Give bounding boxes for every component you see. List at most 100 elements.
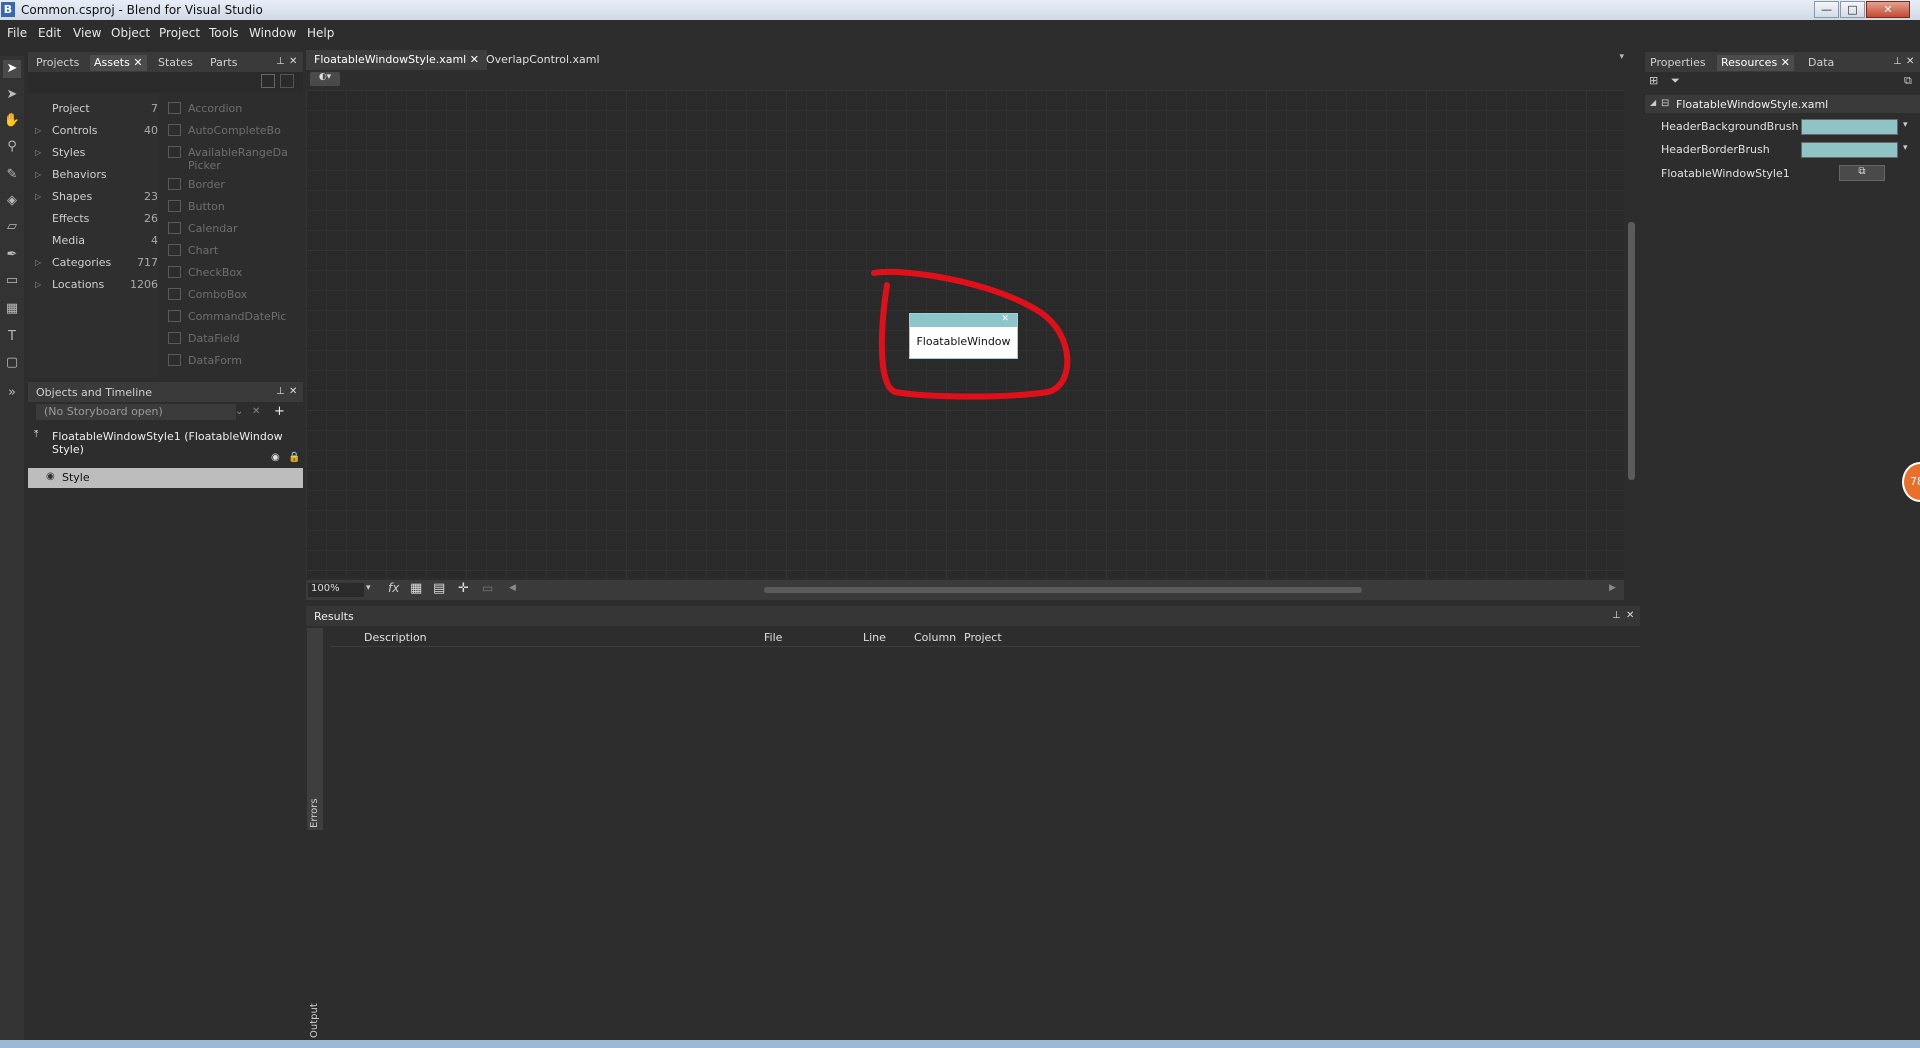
category-controls[interactable]: ▷ Controls 40: [28, 124, 158, 138]
scrollbar-thumb[interactable]: [1628, 222, 1635, 480]
category-project[interactable]: Project 7: [28, 102, 158, 116]
rectangle-tool-icon[interactable]: ▭: [3, 272, 21, 290]
pan-tool-icon[interactable]: ✋: [3, 112, 21, 130]
tab-errors[interactable]: Errors: [307, 628, 323, 830]
paint-bucket-tool-icon[interactable]: ◈: [3, 192, 21, 210]
category-styles[interactable]: ▷ Styles: [28, 146, 158, 160]
tab-projects[interactable]: Projects: [36, 56, 79, 69]
close-icon[interactable]: ✕: [289, 56, 297, 67]
column-project[interactable]: Project: [964, 631, 1002, 644]
selection-tool-icon[interactable]: ➤: [3, 60, 21, 78]
eye-icon[interactable]: ◉: [271, 452, 280, 463]
tab-overlapcontrol[interactable]: OverlapControl.xaml: [478, 50, 608, 70]
category-categories[interactable]: ▷ Categories 717: [28, 256, 158, 270]
taskbar[interactable]: [0, 1040, 1920, 1048]
tab-resources[interactable]: Resources ✕: [1717, 55, 1794, 71]
category-locations[interactable]: ▷ Locations 1206: [28, 278, 158, 292]
tab-properties[interactable]: Properties: [1650, 56, 1706, 69]
menu-tools[interactable]: Tools: [209, 26, 239, 40]
zoom-tool-icon[interactable]: ⚲: [3, 138, 21, 156]
menu-help[interactable]: Help: [307, 26, 334, 40]
object-root[interactable]: FloatableWindowStyle1 (FloatableWindow S…: [52, 430, 303, 456]
chevron-down-icon[interactable]: ⌄: [235, 406, 243, 417]
link-icon[interactable]: ⧉: [1904, 74, 1912, 88]
pin-icon[interactable]: ⊥: [276, 56, 285, 67]
storyboard-picker[interactable]: (No Storyboard open): [36, 404, 236, 420]
pin-icon[interactable]: ⊥: [1612, 610, 1621, 621]
pin-icon[interactable]: ⊥: [276, 386, 285, 397]
column-file[interactable]: File: [764, 631, 782, 644]
view-mode-icon[interactable]: ◐▾: [310, 72, 340, 86]
close-icon[interactable]: ✕: [1906, 56, 1914, 67]
tab-states[interactable]: States: [158, 56, 193, 69]
tab-parts[interactable]: Parts: [210, 56, 237, 69]
new-dictionary-icon[interactable]: ⊞: [1649, 74, 1658, 87]
chevron-down-icon[interactable]: ▾: [366, 583, 371, 593]
scroll-left-icon[interactable]: ◀: [509, 583, 516, 593]
chevron-down-icon[interactable]: ▾: [1903, 143, 1908, 153]
lock-icon[interactable]: 🔒: [288, 452, 300, 463]
gradient-tool-icon[interactable]: ▱: [3, 218, 21, 236]
category-shapes[interactable]: ▷ Shapes 23: [28, 190, 158, 204]
expand-arrow-icon[interactable]: ▷: [35, 170, 41, 179]
minimize-button[interactable]: —: [1814, 1, 1839, 18]
category-media[interactable]: Media 4: [28, 234, 158, 248]
filter-icon[interactable]: ⏷: [1671, 74, 1680, 88]
close-icon[interactable]: ✕: [1781, 56, 1790, 69]
close-icon[interactable]: ✕: [133, 56, 142, 69]
header-border-swatch[interactable]: [1801, 142, 1898, 158]
floatable-window-preview[interactable]: ✕ FloatableWindow: [909, 313, 1018, 359]
annotation-icon[interactable]: ▭: [482, 581, 493, 595]
control-tool-icon[interactable]: ▢: [3, 354, 21, 372]
expand-arrow-icon[interactable]: ◢: [1650, 98, 1656, 107]
asset-expander-icon[interactable]: »: [3, 384, 21, 402]
menu-edit[interactable]: Edit: [38, 26, 61, 40]
maximize-button[interactable]: □: [1840, 1, 1865, 18]
menu-object[interactable]: Object: [111, 26, 150, 40]
show-grid-icon[interactable]: ▤: [433, 581, 445, 596]
pin-icon[interactable]: ⊥: [1893, 56, 1902, 67]
snap-grid-icon[interactable]: ▦: [410, 581, 422, 596]
resource-file-row[interactable]: ◢ ⊟ FloatableWindowStyle.xaml: [1645, 95, 1920, 113]
menu-project[interactable]: Project: [159, 26, 200, 40]
snap-lines-icon[interactable]: ✛: [458, 581, 469, 596]
close-button[interactable]: ✕: [1866, 1, 1910, 18]
header-background-swatch[interactable]: [1801, 119, 1898, 135]
tab-floatablewindowstyle[interactable]: FloatableWindowStyle.xaml ✕: [306, 50, 487, 70]
expand-arrow-icon[interactable]: ▷: [35, 192, 41, 201]
text-tool-icon[interactable]: T: [3, 328, 21, 346]
expand-arrow-icon[interactable]: ▷: [35, 258, 41, 267]
tab-data[interactable]: Data: [1808, 56, 1834, 69]
effects-toggle-icon[interactable]: fx: [388, 581, 399, 595]
tab-overflow-icon[interactable]: ▾: [1619, 52, 1624, 62]
scroll-right-icon[interactable]: ▶: [1609, 583, 1616, 593]
category-effects[interactable]: Effects 26: [28, 212, 158, 226]
pen-tool-icon[interactable]: ✒: [3, 246, 21, 264]
chevron-down-icon[interactable]: ▾: [1903, 120, 1908, 130]
scope-up-icon[interactable]: ⤒: [34, 429, 38, 440]
tab-output[interactable]: Output: [307, 982, 323, 1040]
category-behaviors[interactable]: ▷ Behaviors: [28, 168, 158, 182]
column-line[interactable]: Line: [863, 631, 886, 644]
horizontal-scrollbar-thumb[interactable]: [764, 587, 1362, 593]
expand-arrow-icon[interactable]: ▷: [35, 126, 41, 135]
add-storyboard-icon[interactable]: +: [274, 404, 285, 419]
resource-name[interactable]: FloatableWindowStyle1: [1661, 167, 1790, 180]
close-icon[interactable]: ✕: [1626, 610, 1634, 621]
tree-item-style[interactable]: ◉ Style: [28, 468, 303, 488]
expand-arrow-icon[interactable]: ▷: [35, 280, 41, 289]
column-column[interactable]: Column: [914, 631, 956, 644]
grid-tool-icon[interactable]: ▦: [3, 300, 21, 318]
menu-window[interactable]: Window: [249, 26, 296, 40]
vertical-scrollbar[interactable]: [1624, 70, 1640, 580]
edit-style-icon[interactable]: ⧉: [1839, 165, 1885, 181]
column-description[interactable]: Description: [364, 631, 427, 644]
menu-view[interactable]: View: [73, 26, 101, 40]
grid-view-icon[interactable]: [261, 74, 275, 88]
eye-icon[interactable]: ◉: [46, 471, 55, 482]
list-view-icon[interactable]: [280, 74, 294, 88]
tab-assets[interactable]: Assets ✕: [90, 55, 147, 71]
eyedropper-tool-icon[interactable]: ✎: [3, 166, 21, 184]
expand-arrow-icon[interactable]: ▷: [35, 148, 41, 157]
resource-name[interactable]: HeaderBorderBrush: [1661, 143, 1770, 156]
